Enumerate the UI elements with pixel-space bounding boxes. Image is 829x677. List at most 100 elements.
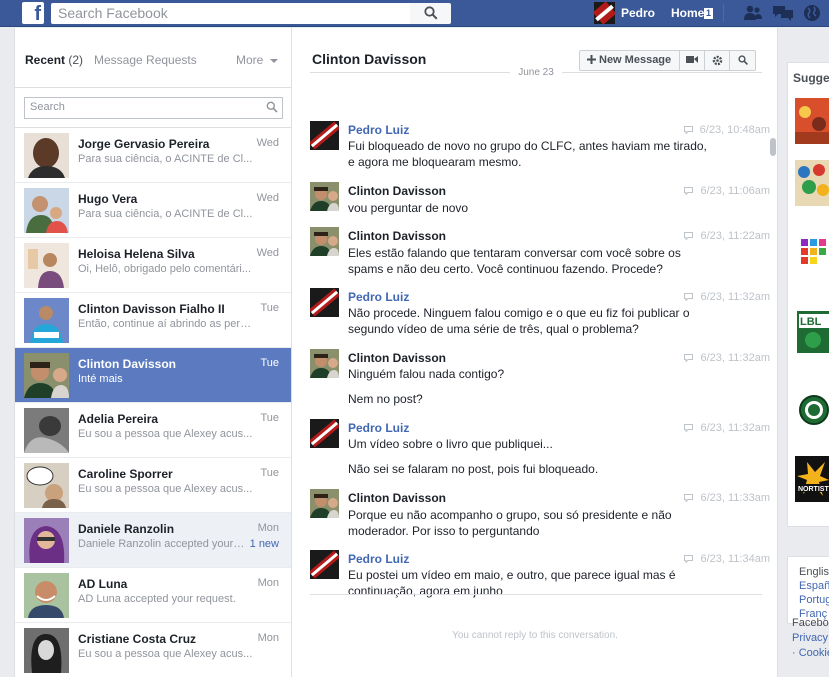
topbar-divider (723, 4, 724, 22)
conversation-name: Clinton Davisson Fialho II (78, 302, 225, 316)
conversation-name: Jorge Gervasio Pereira (78, 137, 210, 151)
message-timestamp: 6/23, 11:33am (684, 492, 770, 504)
conversation-snippet: Inté mais (78, 373, 123, 385)
suggested-page-thumbnail[interactable] (795, 228, 829, 274)
search-button[interactable] (410, 3, 451, 24)
tab-recent-count: (2) (68, 53, 84, 67)
chevron-down-icon (269, 59, 278, 63)
divider-line (562, 72, 762, 73)
conversation-list-panel: Recent (2) Message Requests More Search … (14, 28, 292, 677)
search-icon (266, 101, 278, 113)
avatar[interactable] (310, 227, 339, 256)
avatar (24, 133, 69, 178)
message-group: Pedro Luiz 6/23, 11:32am Um vídeo sobre … (292, 414, 778, 479)
message-time-label: 6/23, 11:06am (700, 185, 770, 197)
facebook-logo[interactable]: f (22, 2, 44, 24)
message-group: Pedro Luiz 6/23, 11:32am Não procede. Ni… (292, 283, 778, 338)
conversation-panel: Clinton Davisson New Message June 23 Ped… (292, 28, 778, 677)
conversation-name: Hugo Vera (78, 192, 138, 206)
conversation-snippet: Então, continue aí abrindo as pern... (78, 318, 253, 330)
conversation-item[interactable]: Clinton Davisson Fialho II Então, contin… (15, 293, 291, 348)
message-timestamp: 6/23, 11:32am (684, 352, 770, 364)
conversation-name: Daniele Ranzolin (78, 522, 175, 536)
message-time-label: 6/23, 11:32am (700, 291, 770, 303)
profile-name-link[interactable]: Pedro (621, 6, 655, 20)
avatar[interactable] (310, 550, 339, 579)
avatar[interactable] (310, 288, 339, 317)
conversation-item[interactable]: AD Luna AD Luna accepted your request. M… (15, 568, 291, 623)
conversation-item[interactable]: Adelia Pereira Eu sou a pessoa que Alexe… (15, 403, 291, 458)
message-group: Clinton Davisson 6/23, 11:32am Ninguém f… (292, 344, 778, 409)
message-sender[interactable]: Pedro Luiz (348, 290, 409, 304)
avatar[interactable] (310, 121, 339, 150)
conversation-item[interactable]: Heloisa Helena Silva Oi, Helô, obrigado … (15, 238, 291, 293)
conversation-time: Tue (260, 357, 279, 369)
message-group: Pedro Luiz 6/23, 10:48am Fui bloqueado d… (292, 116, 778, 171)
avatar (24, 188, 69, 233)
scrollbar-thumb[interactable] (770, 138, 776, 156)
message-sender[interactable]: Clinton Davisson (348, 491, 446, 505)
message-sender[interactable]: Pedro Luiz (348, 421, 409, 435)
message-text: Porque eu não acompanho o grupo, sou só … (348, 508, 672, 538)
message-sender[interactable]: Clinton Davisson (348, 184, 446, 198)
conversation-item[interactable]: Jorge Gervasio Pereira Para sua ciência,… (15, 128, 291, 183)
conversation-snippet: Daniele Ranzolin accepted your r... (78, 538, 246, 550)
suggested-page-thumbnail[interactable] (795, 98, 829, 144)
gear-icon (712, 55, 722, 66)
message-sender[interactable]: Pedro Luiz (348, 552, 409, 566)
suggested-pages-box: Sugges LBL NORTIST (787, 62, 829, 527)
suggested-page-thumbnail[interactable]: NORTIST (795, 456, 829, 502)
suggested-page-thumbnail[interactable] (795, 386, 829, 432)
avatar[interactable] (310, 489, 339, 518)
message-text: Ninguém falou nada contigo? (348, 367, 505, 381)
tab-recent[interactable]: Recent (2) (25, 53, 83, 67)
language-selector: Englis Españ Portug Franç (787, 556, 829, 624)
conversation-item[interactable]: Cristiane Costa Cruz Eu sou a pessoa que… (15, 623, 291, 677)
avatar (24, 243, 69, 288)
conversation-item[interactable]: Hugo Vera Para sua ciência, o ACINTE de … (15, 183, 291, 238)
chat-bubble-icon (683, 126, 693, 134)
conversation-snippet: Para sua ciência, o ACINTE de Cl... (78, 153, 253, 165)
suggested-title: Sugges (793, 71, 829, 85)
messages-icon[interactable] (772, 4, 793, 22)
notifications-globe-icon[interactable] (803, 4, 823, 22)
cookies-link[interactable]: · Cookie (792, 646, 829, 661)
conversation-time: Mon (257, 522, 279, 534)
home-notification-count: 1 (704, 8, 714, 19)
language-link[interactable]: Españ (799, 579, 829, 593)
suggested-page-thumbnail[interactable] (795, 160, 829, 206)
conversation-snippet: Oi, Helô, obrigado pelo comentári... (78, 263, 252, 275)
conversation-search-input[interactable]: Search (24, 97, 283, 119)
conversation-item-unread[interactable]: Daniele Ranzolin Daniele Ranzolin accept… (15, 513, 291, 568)
suggested-page-thumbnail[interactable]: LBL (795, 308, 829, 354)
conversation-item-selected[interactable]: Clinton Davisson Inté mais Tue (15, 348, 291, 403)
conversation-title[interactable]: Clinton Davisson (312, 51, 426, 67)
language-link[interactable]: Portug (799, 593, 829, 607)
video-camera-icon (686, 56, 699, 63)
message-sender[interactable]: Pedro Luiz (348, 123, 409, 137)
chat-bubble-icon (684, 293, 694, 301)
avatar[interactable] (310, 419, 339, 448)
avatar (24, 408, 69, 453)
tab-message-requests[interactable]: Message Requests (94, 53, 197, 67)
home-link[interactable]: Home (671, 6, 704, 20)
conversation-name: Adelia Pereira (78, 412, 159, 426)
conversation-item[interactable]: Caroline Sporrer Eu sou a pessoa que Ale… (15, 458, 291, 513)
svg-text:LBL: LBL (800, 316, 822, 328)
conversation-header: Clinton Davisson New Message (292, 28, 777, 88)
tab-more[interactable]: More (236, 53, 278, 67)
chat-bubble-icon (684, 354, 694, 362)
message-sender[interactable]: Clinton Davisson (348, 229, 446, 243)
message-group: Clinton Davisson 6/23, 11:33am Porque eu… (292, 484, 778, 539)
new-message-label: New Message (599, 54, 672, 66)
avatar[interactable] (310, 182, 339, 211)
new-message-badge: 1 new (249, 538, 279, 550)
profile-avatar[interactable] (594, 2, 615, 24)
message-timestamp: 6/23, 10:48am (683, 124, 770, 136)
avatar[interactable] (310, 349, 339, 378)
footer-title: Facebo (792, 617, 829, 629)
friend-requests-icon[interactable] (743, 4, 763, 22)
search-input[interactable]: Search Facebook (51, 3, 410, 24)
privacy-link[interactable]: Privacy (792, 631, 829, 646)
message-sender[interactable]: Clinton Davisson (348, 351, 446, 365)
